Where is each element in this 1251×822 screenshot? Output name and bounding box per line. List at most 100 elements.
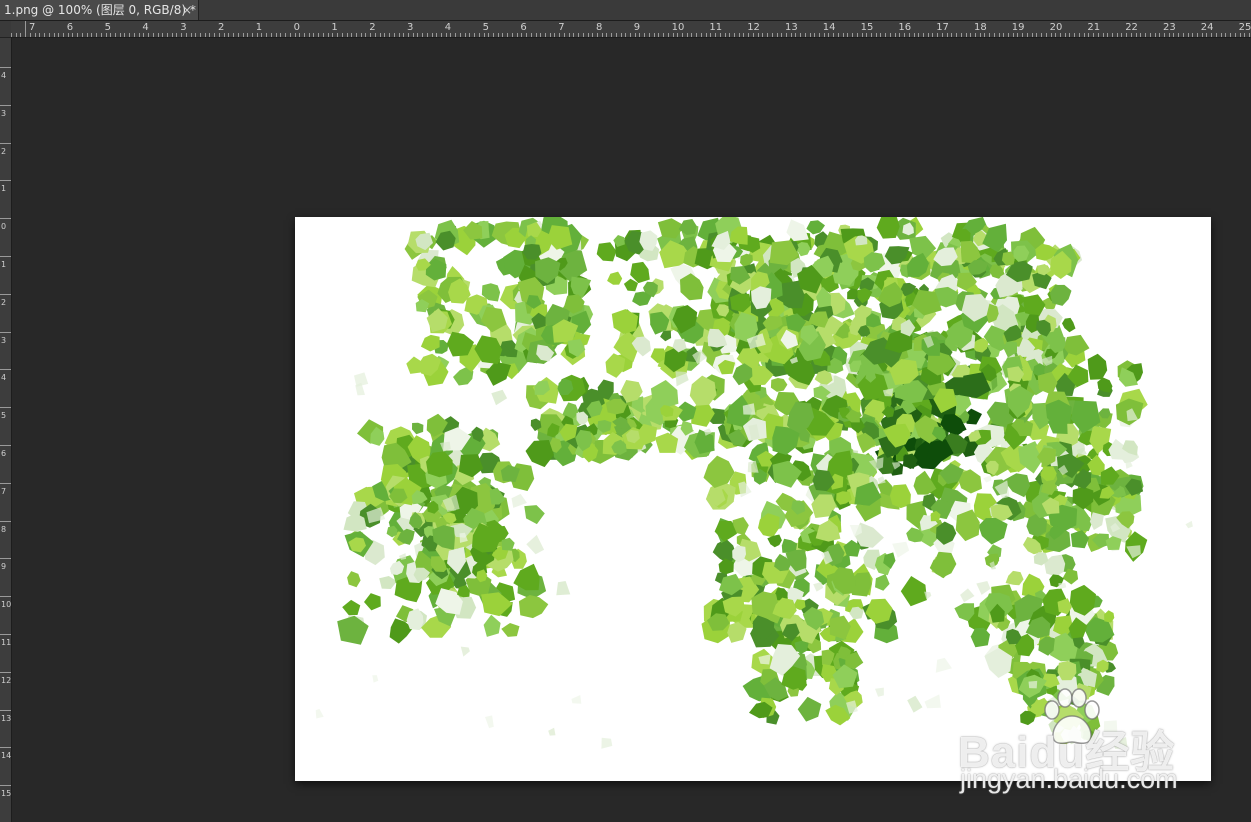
- crystal-facet: [1125, 461, 1133, 469]
- ruler-tick: [700, 33, 702, 37]
- ruler-label: 7: [29, 22, 36, 33]
- ruler-tick: [270, 33, 272, 37]
- ruler-tick: [67, 33, 69, 37]
- ruler-tick: [1163, 33, 1165, 37]
- ruler-label: 8: [596, 22, 603, 33]
- ruler-label: 21: [1087, 22, 1101, 33]
- ruler-tick: [162, 33, 164, 37]
- ruler-tick: [181, 33, 183, 37]
- ruler-tick: [993, 33, 995, 37]
- ruler-tick: [1248, 33, 1250, 37]
- crystal-facet: [372, 675, 379, 683]
- ruler-tick: [1168, 33, 1170, 37]
- ruler-tick: [176, 33, 178, 37]
- ruler-tick: [1187, 33, 1189, 37]
- ruler-tick: [455, 33, 457, 37]
- ruler-tick: [488, 33, 490, 37]
- ruler-label: 13: [785, 22, 798, 33]
- ruler-tick: [1045, 33, 1047, 37]
- ruler-tick: [611, 33, 613, 37]
- ruler-tick: [478, 33, 480, 37]
- crystal-facet: [483, 614, 501, 637]
- ruler-label: 5: [482, 22, 489, 33]
- crystal-facet: [337, 615, 369, 645]
- ruler-tick: [880, 33, 882, 37]
- horizontal-ruler[interactable]: 7 6 5 4 3 2 1 0 1 2 3 4 5 6 7 8 9 10 11 12 13 14 15 16 17 18 19 20 2…: [11, 21, 1251, 38]
- crystal-facet: [315, 708, 324, 719]
- crystal-facet: [485, 715, 494, 729]
- ruler-tick: [974, 33, 976, 37]
- ruler-tick: [984, 33, 986, 37]
- ruler-tick: [39, 33, 41, 37]
- ruler-label: 10: [671, 22, 685, 33]
- close-icon[interactable]: ×: [182, 0, 192, 20]
- ruler-tick: [133, 33, 135, 37]
- ruler-tick: [918, 33, 920, 37]
- ruler-tick: [970, 33, 972, 37]
- ruler-tick: [303, 33, 305, 37]
- ruler-tick: [715, 33, 716, 37]
- ruler-tick: [559, 33, 561, 37]
- ruler-tick: [157, 33, 159, 37]
- crystal-facet: [518, 595, 549, 619]
- ruler-tick: [374, 33, 376, 37]
- ruler-tick: [370, 33, 372, 37]
- ruler-tick: [242, 33, 244, 37]
- ruler-tick: [932, 33, 934, 37]
- ruler-tick: [875, 33, 877, 37]
- ruler-tick: [1197, 33, 1198, 37]
- ruler-tick: [327, 33, 329, 37]
- crystal-facet: [797, 696, 822, 722]
- ruler-tick: [625, 33, 627, 37]
- ruler-tick: [431, 33, 433, 37]
- ruler-label: 9: [633, 22, 641, 33]
- crystal-facet: [924, 694, 941, 709]
- crystal-facet: [875, 687, 884, 697]
- ruler-tick: [0, 331, 11, 333]
- ruler-tick: [724, 33, 726, 37]
- ruler-tick: [0, 369, 11, 371]
- ruler-tick: [596, 33, 598, 37]
- ruler-tick: [1041, 33, 1043, 37]
- ruler-tick: [426, 33, 428, 37]
- ruler-tick: [493, 33, 494, 37]
- ruler-tick: [507, 33, 509, 37]
- ruler-tick: [620, 33, 622, 37]
- ruler-tick: [502, 33, 504, 37]
- ruler-label: 11: [709, 22, 723, 33]
- ruler-tick: [138, 33, 140, 37]
- ruler-tick: [445, 33, 447, 37]
- ruler-tick: [743, 33, 745, 37]
- ruler-tick: [540, 33, 542, 37]
- ruler-tick: [582, 33, 584, 37]
- document-canvas[interactable]: [295, 217, 1211, 781]
- ruler-tick: [998, 33, 1000, 37]
- crystal-facet: [983, 475, 992, 483]
- ruler-tick: [667, 33, 669, 37]
- ruler-label: 9: [1, 562, 7, 572]
- ruler-tick: [209, 33, 211, 37]
- vertical-ruler[interactable]: 4 3 2 1 0 1 2 3 4 5 6 7 8 9 10 11 12 13 14 15: [0, 38, 12, 822]
- crystal-facet: [1028, 680, 1038, 689]
- ruler-tick: [648, 33, 650, 37]
- crystal-facet: [1058, 583, 1067, 590]
- crystal-facet: [1113, 737, 1128, 749]
- ruler-tick: [1116, 33, 1118, 37]
- ruler-tick: [299, 33, 301, 37]
- document-tab[interactable]: 1.png @ 100% (图层 0, RGB/8) * ×: [0, 0, 199, 20]
- crystal-facet: [511, 493, 527, 508]
- ruler-tick: [252, 33, 253, 37]
- crystal-facet: [675, 371, 689, 387]
- ruler-tick: [77, 33, 79, 37]
- ruler-tick: [1173, 33, 1175, 37]
- ruler-tick: [908, 33, 910, 37]
- ruler-tick: [1031, 33, 1033, 37]
- ruler-label: 6: [66, 22, 74, 33]
- crystal-facet: [865, 598, 893, 624]
- ruler-tick: [294, 33, 296, 37]
- ruler-tick: [464, 33, 466, 37]
- crystal-facet: [347, 571, 361, 588]
- ruler-tick: [379, 33, 381, 37]
- ruler-label: 3: [1, 335, 7, 345]
- ruler-tick: [710, 33, 712, 37]
